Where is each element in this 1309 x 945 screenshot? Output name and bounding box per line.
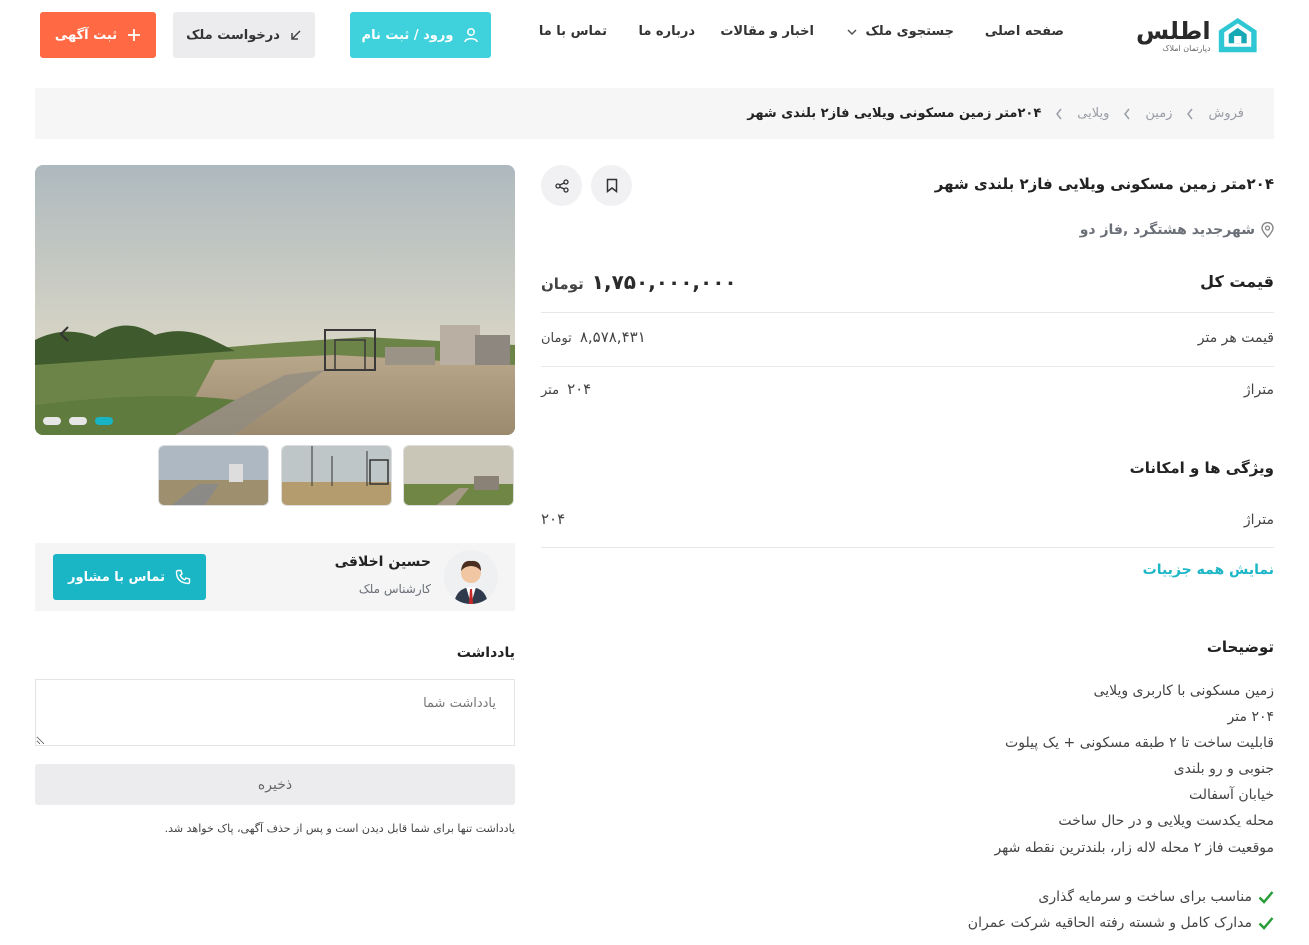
- breadcrumb-villa[interactable]: ویلایی: [1077, 106, 1109, 121]
- login-label: ورود / ثبت نام: [361, 27, 454, 43]
- price-per-meter-currency: تومان: [541, 331, 572, 346]
- area: ۲۰۴ متر: [541, 380, 591, 398]
- login-button[interactable]: ورود / ثبت نام: [350, 12, 491, 58]
- nav-news[interactable]: اخبار و مقالات: [720, 24, 814, 39]
- description-line: زمین مسکونی با کاربری ویلایی: [1093, 683, 1274, 699]
- thumbnail-image: [282, 446, 391, 505]
- location-text: شهرجدید هشتگرد ,فاز دو: [1079, 222, 1255, 238]
- gallery-dots: [43, 417, 113, 425]
- price-per-meter-value: ۸,۵۷۸,۴۳۱: [579, 328, 646, 346]
- phone-icon: [175, 569, 191, 585]
- chevron-down-icon: [847, 28, 857, 35]
- contact-agent-button[interactable]: تماس با مشاور: [53, 554, 206, 600]
- gallery-dot-active[interactable]: [95, 417, 113, 425]
- gallery-thumbnail[interactable]: [281, 445, 392, 506]
- description-line: قابلیت ساخت تا ۲ طبقه مسکونی + یک پیلوت: [1005, 735, 1274, 752]
- chevron-left-icon: [1187, 108, 1194, 119]
- map-pin-icon: [1261, 222, 1274, 238]
- agent-role: کارشناس ملک: [358, 582, 431, 596]
- agent-avatar-image: [444, 550, 498, 604]
- area-value: ۲۰۴: [567, 380, 592, 398]
- area-label: متراژ: [1243, 382, 1274, 398]
- feature-area-value: ۲۰۴: [541, 510, 565, 528]
- chevron-left-icon: [1056, 108, 1062, 119]
- gallery-dot[interactable]: [43, 417, 61, 425]
- divider: [541, 366, 1274, 367]
- share-button[interactable]: [541, 165, 582, 206]
- check-text: مناسب برای ساخت و سرمایه گذاری: [1038, 889, 1252, 905]
- total-price-value: ۱,۷۵۰,۰۰۰,۰۰۰: [591, 270, 737, 294]
- check-icon: [1258, 891, 1274, 904]
- total-price-currency: تومان: [541, 275, 584, 293]
- nav-search[interactable]: جستجوی ملک: [847, 24, 954, 39]
- add-listing-button[interactable]: ثبت آگهی: [40, 12, 156, 58]
- divider: [541, 547, 1274, 548]
- gallery-thumbnail[interactable]: [403, 445, 514, 506]
- description-line: موقعیت فاز ۲ محله لاله زار، بلندترین نقط…: [994, 839, 1274, 856]
- listing-title: ۲۰۴متر زمین مسکونی ویلایی فاز۲ بلندی شهر: [934, 175, 1274, 193]
- description-line: جنوبی و رو بلندی: [1173, 761, 1274, 778]
- bookmark-icon: [606, 178, 617, 193]
- breadcrumb-land[interactable]: زمین: [1145, 106, 1172, 121]
- breadcrumb-current: ۲۰۴متر زمین مسکونی ویلایی فاز۲ بلندی شهر: [747, 106, 1042, 121]
- arrow-down-left-icon: [291, 30, 301, 40]
- note-textarea[interactable]: [35, 679, 515, 746]
- thumbnail-image: [404, 446, 513, 505]
- logo-subtitle: دپارتمان املاک: [1162, 44, 1211, 53]
- request-label: درخواست ملک: [186, 27, 280, 43]
- area-unit: متر: [541, 383, 560, 398]
- listing-location: شهرجدید هشتگرد ,فاز دو: [1080, 222, 1274, 238]
- total-price: ۱,۷۵۰,۰۰۰,۰۰۰ تومان: [541, 270, 737, 294]
- show-all-details-link[interactable]: نمایش همه جزییات: [1143, 562, 1274, 578]
- features-title: ویژگی ها و امکانات: [1129, 459, 1274, 477]
- total-price-label: قیمت کل: [1200, 272, 1274, 291]
- photo-gallery[interactable]: [35, 165, 515, 435]
- chevron-left-icon[interactable]: [57, 325, 71, 343]
- thumbnail-image: [159, 446, 268, 505]
- gallery-dot[interactable]: [69, 417, 87, 425]
- description-title: توضیحات: [1206, 638, 1274, 656]
- site-logo[interactable]: اطلس دپارتمان املاک: [1136, 13, 1258, 59]
- bookmark-button[interactable]: [591, 165, 632, 206]
- check-item: مناسب برای ساخت و سرمایه گذاری: [1038, 889, 1274, 905]
- contact-agent-label: تماس با مشاور: [68, 569, 165, 585]
- plus-icon: [128, 29, 141, 41]
- note-hint: یادداشت تنها برای شما قابل دیدن است و پس…: [164, 822, 515, 835]
- description-line: ۲۰۴ متر: [1227, 709, 1274, 726]
- feature-area-label: متراژ: [1243, 512, 1274, 528]
- gallery-thumbnail[interactable]: [158, 445, 269, 506]
- nav-contact[interactable]: تماس با ما: [539, 24, 607, 39]
- price-per-meter-label: قیمت هر متر: [1197, 330, 1274, 346]
- feature-area-value-text: ۲۰۴: [541, 510, 566, 528]
- add-label: ثبت آگهی: [54, 27, 118, 43]
- share-icon: [554, 178, 569, 193]
- breadcrumb-sale[interactable]: فروش: [1208, 106, 1244, 121]
- nav-search-label: جستجوی ملک: [865, 24, 954, 39]
- note-title: یادداشت: [456, 645, 515, 661]
- check-text: مدارک کامل و شسته رفته الحاقیه شرکت عمرا…: [967, 915, 1252, 931]
- description-line: خیابان آسفالت: [1188, 787, 1274, 804]
- description-text: زمین مسکونی با کاربری ویلایی ۲۰۴ متر قاب…: [944, 678, 1274, 861]
- nav-home[interactable]: صفحه اصلی: [985, 24, 1064, 39]
- house-logo-icon: [1218, 17, 1257, 53]
- check-item: مدارک کامل و شسته رفته الحاقیه شرکت عمرا…: [968, 915, 1274, 931]
- request-property-button[interactable]: درخواست ملک: [173, 12, 315, 58]
- logo-text: اطلس: [1136, 17, 1211, 45]
- save-note-label: ذخیره: [257, 776, 293, 793]
- price-per-meter: ۸,۵۷۸,۴۳۱ تومان: [541, 328, 646, 346]
- breadcrumb: فروش زمین ویلایی ۲۰۴متر زمین مسکونی ویلا…: [35, 88, 1274, 139]
- nav-about[interactable]: درباره ما: [638, 24, 695, 39]
- save-note-button[interactable]: ذخیره: [35, 764, 515, 805]
- agent-name: حسین اخلاقی: [334, 554, 431, 570]
- agent-avatar: [444, 550, 498, 604]
- description-line: محله یکدست ویلایی و در حال ساخت: [1058, 813, 1274, 830]
- property-photo: [35, 165, 515, 435]
- chevron-left-icon: [1124, 108, 1130, 119]
- user-icon: [464, 28, 479, 43]
- divider: [541, 312, 1274, 313]
- check-icon: [1258, 917, 1274, 930]
